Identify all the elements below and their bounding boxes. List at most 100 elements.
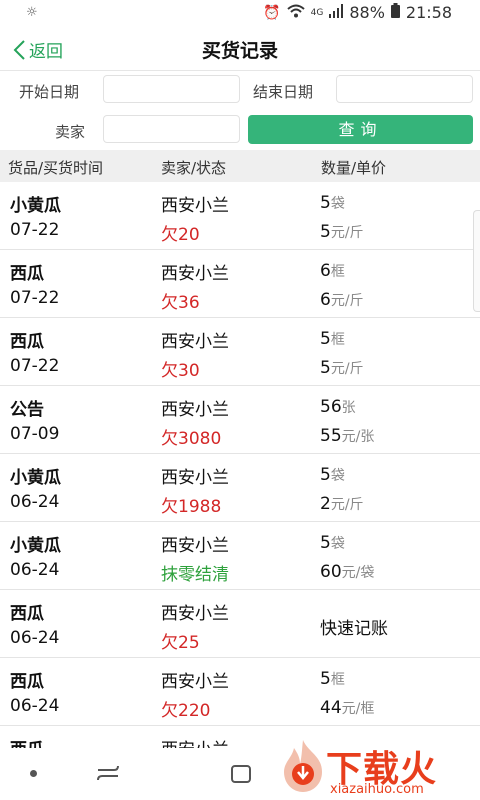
unit-price: 6元/斤 xyxy=(320,290,364,310)
signal-icon xyxy=(329,3,344,22)
column-header-qty: 数量/单价 xyxy=(321,159,387,177)
goods-name: 西瓜 xyxy=(10,735,44,748)
end-date-label: 结束日期 xyxy=(253,83,314,101)
quantity-unit: 框 xyxy=(330,264,345,280)
table-header: 货品/买货时间 卖家/状态 数量/单价 xyxy=(0,150,480,182)
quantity: 5框 xyxy=(320,329,345,349)
scroll-indicator[interactable] xyxy=(473,210,480,312)
table-row[interactable]: 西瓜 07-22 西安小兰 欠36 6框 6元/斤 xyxy=(0,250,480,318)
quantity-value: 5 xyxy=(320,669,331,689)
unit-price: 55元/张 xyxy=(320,426,374,446)
seller-name: 西安小兰 xyxy=(161,735,229,748)
price-value: 60 xyxy=(320,562,342,582)
watermark-url: xiazaihuo.com xyxy=(330,782,424,797)
purchase-date: 07-22 xyxy=(10,220,60,240)
status-text: 欠220 xyxy=(161,701,211,721)
home-button[interactable] xyxy=(30,770,37,777)
goods-name: 西瓜 xyxy=(10,264,44,284)
unit-price: 44元/框 xyxy=(320,698,374,718)
purchase-date: 06-24 xyxy=(10,628,60,648)
quantity-value: 56 xyxy=(320,397,342,417)
purchase-date: 06-24 xyxy=(10,492,60,512)
unit-price: 2元/斤 xyxy=(320,494,364,514)
quantity: 5袋 xyxy=(320,533,345,553)
price-value: 5 xyxy=(320,358,331,378)
table-row[interactable]: 小黄瓜 07-22 西安小兰 欠20 5袋 5元/斤 xyxy=(0,182,480,250)
quantity: 5袋 xyxy=(320,465,345,485)
table-row[interactable]: 西瓜 07-22 西安小兰 欠30 5框 5元/斤 xyxy=(0,318,480,386)
status-text: 抹零结清 xyxy=(161,565,229,585)
alarm-icon: ⏰ xyxy=(263,4,281,21)
purchase-date: 06-24 xyxy=(10,560,60,580)
back-nav-icon[interactable] xyxy=(230,764,254,784)
unit-price: 5元/斤 xyxy=(320,222,364,242)
quantity-value: 5 xyxy=(320,193,331,213)
recents-icon[interactable] xyxy=(96,764,120,782)
goods-name: 公告 xyxy=(10,400,44,420)
table-row[interactable]: 小黄瓜 06-24 西安小兰抹零结清 5袋 60元/袋 xyxy=(0,522,480,590)
query-button[interactable]: 查询 xyxy=(248,115,473,144)
goods-name: 西瓜 xyxy=(10,604,44,624)
battery-percent: 88% xyxy=(349,3,385,22)
purchase-date: 07-22 xyxy=(10,288,60,308)
quantity-unit: 袋 xyxy=(330,536,345,552)
notification-icon: ☼ xyxy=(26,5,38,20)
table-row[interactable]: 公告 07-09 西安小兰欠3080 56张 55元/张 xyxy=(0,386,480,454)
wifi-icon xyxy=(286,4,305,22)
seller-input[interactable] xyxy=(103,115,240,143)
seller-label: 卖家 xyxy=(55,123,86,141)
quick-entry-text: 快速记账 xyxy=(320,619,388,639)
price-unit: 元/斤 xyxy=(330,497,364,513)
table-row[interactable]: 小黄瓜 06-24 西安小兰 欠1988 5袋 2元/斤 xyxy=(0,454,480,522)
goods-name: 西瓜 xyxy=(10,672,44,692)
goods-name: 小黄瓜 xyxy=(10,536,61,556)
quantity-unit: 袋 xyxy=(330,196,345,212)
goods-name: 西瓜 xyxy=(10,332,44,352)
status-text: 欠1988 xyxy=(161,497,222,517)
seller-name: 西安小兰 xyxy=(161,672,229,692)
start-date-label: 开始日期 xyxy=(19,83,80,101)
quantity-value: 5 xyxy=(320,465,331,485)
quantity-unit: 袋 xyxy=(330,468,345,484)
price-value: 55 xyxy=(320,426,342,446)
price-unit: 元/框 xyxy=(341,701,375,717)
purchase-date: 07-22 xyxy=(10,356,60,376)
quantity-unit: 张 xyxy=(341,400,356,416)
record-list[interactable]: 小黄瓜 07-22 西安小兰 欠20 5袋 5元/斤 西瓜 07-22 西安小兰 欠36 6框 6元/… xyxy=(0,182,480,748)
seller-name: 西安小兰 xyxy=(161,264,229,284)
price-unit: 元/斤 xyxy=(330,361,364,377)
quantity-value: 5 xyxy=(320,533,331,553)
start-date-input[interactable] xyxy=(103,75,240,103)
table-row[interactable]: 西瓜 06-24 西安小兰欠220 5框 44元/框 xyxy=(0,658,480,726)
seller-name: 西安小兰 xyxy=(161,604,229,624)
status-text: 欠20 xyxy=(161,225,200,245)
status-bar: ☼ ⏰ 4G 88% 21:58 xyxy=(0,0,480,28)
price-unit: 元/斤 xyxy=(330,225,364,241)
quantity: 56张 xyxy=(320,397,356,417)
status-text: 欠36 xyxy=(161,293,200,313)
price-unit: 元/袋 xyxy=(341,565,375,581)
purchase-date: 07-09 xyxy=(10,424,60,444)
status-text: 欠3080 xyxy=(161,429,222,449)
price-unit: 元/斤 xyxy=(330,293,364,309)
seller-name: 西安小兰 xyxy=(161,196,229,216)
goods-name: 小黄瓜 xyxy=(10,196,61,216)
quantity-unit: 框 xyxy=(330,332,345,348)
seller-name: 西安小兰 xyxy=(161,400,229,420)
table-row[interactable]: 西瓜 06-24 西安小兰欠25 快速记账 xyxy=(0,590,480,658)
network-type: 4G xyxy=(310,7,324,18)
quantity: 5袋 xyxy=(320,193,345,213)
purchase-date: 06-24 xyxy=(10,696,60,716)
status-text: 欠25 xyxy=(161,633,200,653)
seller-name: 西安小兰 xyxy=(161,536,229,556)
price-value: 5 xyxy=(320,222,331,242)
column-header-goods: 货品/买货时间 xyxy=(8,159,104,177)
end-date-input[interactable] xyxy=(336,75,473,103)
flame-logo-icon xyxy=(284,740,322,792)
quantity: 5框 xyxy=(320,669,345,689)
price-value: 44 xyxy=(320,698,342,718)
price-value: 2 xyxy=(320,494,331,514)
quantity-unit: 框 xyxy=(330,672,345,688)
unit-price: 60元/袋 xyxy=(320,562,374,582)
seller-name: 西安小兰 xyxy=(161,468,229,488)
